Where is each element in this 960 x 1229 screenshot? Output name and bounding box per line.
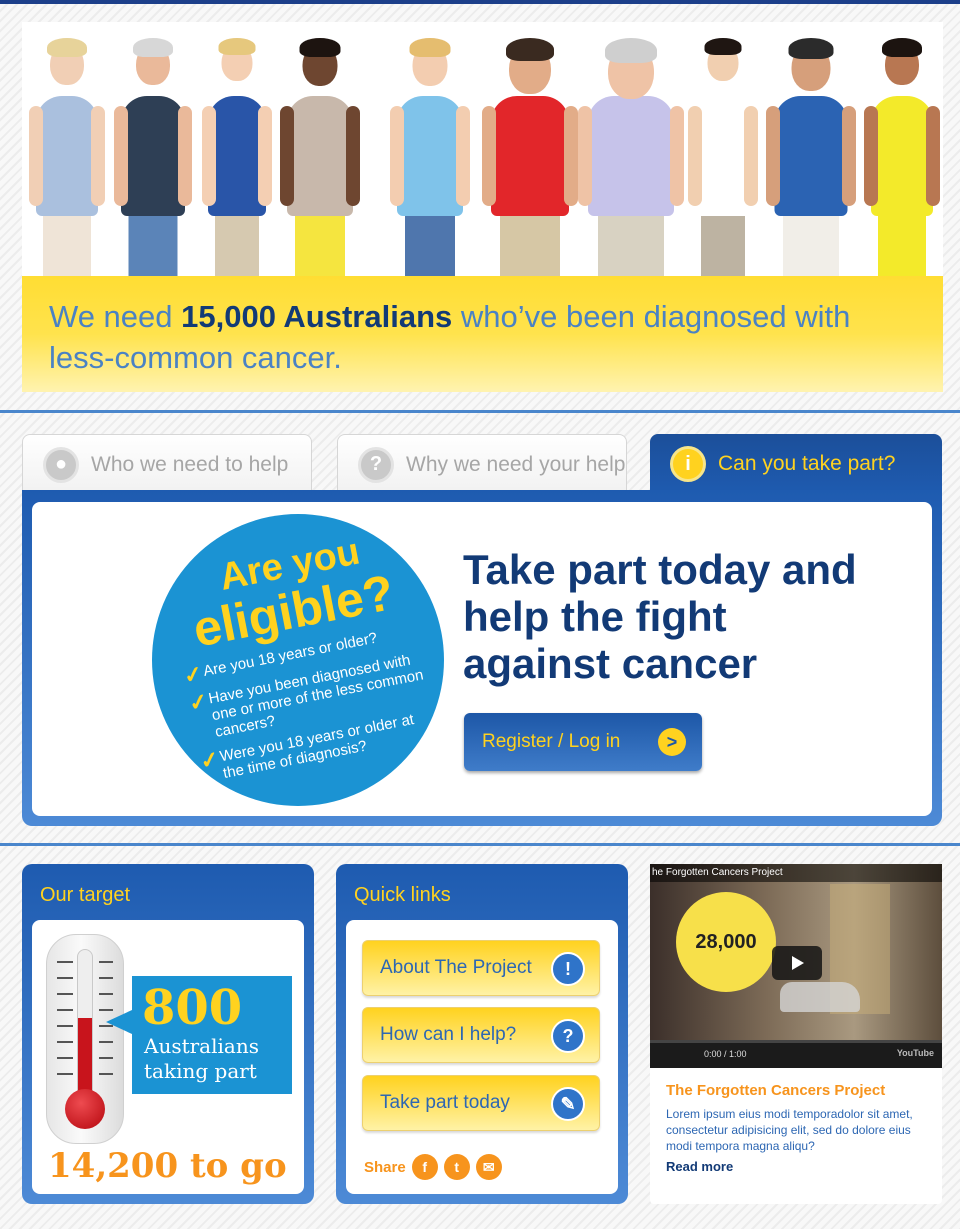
- people-photo: [22, 36, 943, 298]
- how-can-i-help-link[interactable]: How can I help? ?: [362, 1007, 600, 1063]
- question-icon: ?: [551, 1019, 585, 1053]
- video-player-title: he Forgotten Cancers Project: [650, 864, 942, 882]
- tab-who-we-need-to-help[interactable]: ● Who we need to help: [22, 434, 312, 494]
- thermometer-fill: [78, 1017, 92, 1100]
- share-label: Share: [364, 1158, 406, 1176]
- info-icon: i: [670, 446, 706, 482]
- hero: We need 15,000 Australians who’ve been d…: [22, 22, 943, 392]
- our-target-content: 800 Australians taking part 14,200 to go: [32, 920, 304, 1194]
- hero-headline: We need 15,000 Australians who’ve been d…: [49, 299, 851, 375]
- share-bar: Share f t ✉: [364, 1154, 508, 1180]
- tab-label: Who we need to help: [91, 452, 289, 476]
- youtube-logo[interactable]: YouTube: [897, 1048, 934, 1058]
- question-icon: ?: [358, 446, 394, 483]
- hero-banner: We need 15,000 Australians who’ve been d…: [22, 276, 943, 392]
- section-divider: [0, 843, 960, 846]
- link-label: How can I help?: [380, 1024, 517, 1045]
- exclamation-icon: !: [551, 952, 585, 986]
- seek-bar[interactable]: [650, 1040, 942, 1043]
- quick-links-content: About The Project ! How can I help? ? Ta…: [346, 920, 618, 1194]
- video-time: 0:00 / 1:00: [704, 1049, 747, 1059]
- thermometer: [46, 934, 124, 1144]
- person-3: [200, 36, 274, 298]
- participants-callout: 800 Australians taking part: [106, 976, 292, 1094]
- person-icon: ●: [43, 446, 79, 483]
- video-title[interactable]: The Forgotten Cancers Project: [666, 1082, 885, 1099]
- participants-count: 800: [142, 980, 243, 1036]
- tab-can-you-take-part[interactable]: i Can you take part?: [650, 434, 942, 494]
- register-label: Register / Log in: [482, 731, 621, 752]
- person-10: [862, 36, 942, 298]
- facebook-icon[interactable]: f: [411, 1154, 438, 1180]
- link-label: About The Project: [380, 957, 532, 978]
- about-the-project-link[interactable]: About The Project !: [362, 940, 600, 996]
- video-card: he Forgotten Cancers Project 28,000 0:00…: [650, 864, 942, 1204]
- tab-label: Why we need your help: [406, 452, 626, 476]
- quick-links-box: Quick links About The Project ! How can …: [336, 864, 628, 1204]
- tab-why-we-need-your-help[interactable]: ? Why we need your help: [337, 434, 627, 494]
- person-1: [27, 36, 107, 298]
- video-player[interactable]: he Forgotten Cancers Project 28,000 0:00…: [650, 864, 942, 1068]
- person-4: [278, 36, 362, 298]
- person-2: [112, 36, 194, 298]
- section-divider: [0, 410, 960, 413]
- person-9: [764, 36, 858, 298]
- remaining-count: 14,200 to go: [48, 1146, 287, 1186]
- email-icon[interactable]: ✉: [475, 1154, 502, 1180]
- person-8: [686, 36, 760, 298]
- video-description: Lorem ipsum eius modi temporadolor sit a…: [666, 1107, 913, 1153]
- register-login-button[interactable]: Register / Log in >: [464, 713, 702, 771]
- person-6: [480, 36, 580, 298]
- quick-links-title: Quick links: [354, 884, 451, 906]
- take-part-today-link[interactable]: Take part today ✎: [362, 1075, 600, 1131]
- person-7: [576, 36, 686, 298]
- cta-headline: Take part today and help the fight again…: [463, 546, 857, 687]
- play-icon[interactable]: [772, 946, 822, 980]
- link-label: Take part today: [380, 1092, 510, 1113]
- arrow-right-icon: >: [658, 728, 686, 756]
- tab-label: Can you take part?: [718, 452, 896, 475]
- read-more-link[interactable]: Read more: [666, 1159, 733, 1174]
- video-controls[interactable]: 0:00 / 1:00 YouTube: [650, 1040, 942, 1068]
- edit-icon: ✎: [551, 1087, 585, 1121]
- person-5: [388, 36, 472, 298]
- tab-panel-content: Are you eligible? ✓ Are you 18 years or o…: [32, 502, 932, 816]
- twitter-icon[interactable]: t: [443, 1154, 470, 1180]
- top-bar: [0, 0, 960, 4]
- our-target-box: Our target 800 Australians taking part 14…: [22, 864, 314, 1204]
- participants-label: Australians taking part: [144, 1034, 259, 1083]
- video-overlay-number: 28,000: [676, 892, 776, 992]
- our-target-title: Our target: [40, 884, 131, 906]
- tab-panel: Are you eligible? ✓ Are you 18 years or o…: [22, 490, 942, 826]
- eligibility-circle: Are you eligible? ✓ Are you 18 years or o…: [152, 514, 444, 806]
